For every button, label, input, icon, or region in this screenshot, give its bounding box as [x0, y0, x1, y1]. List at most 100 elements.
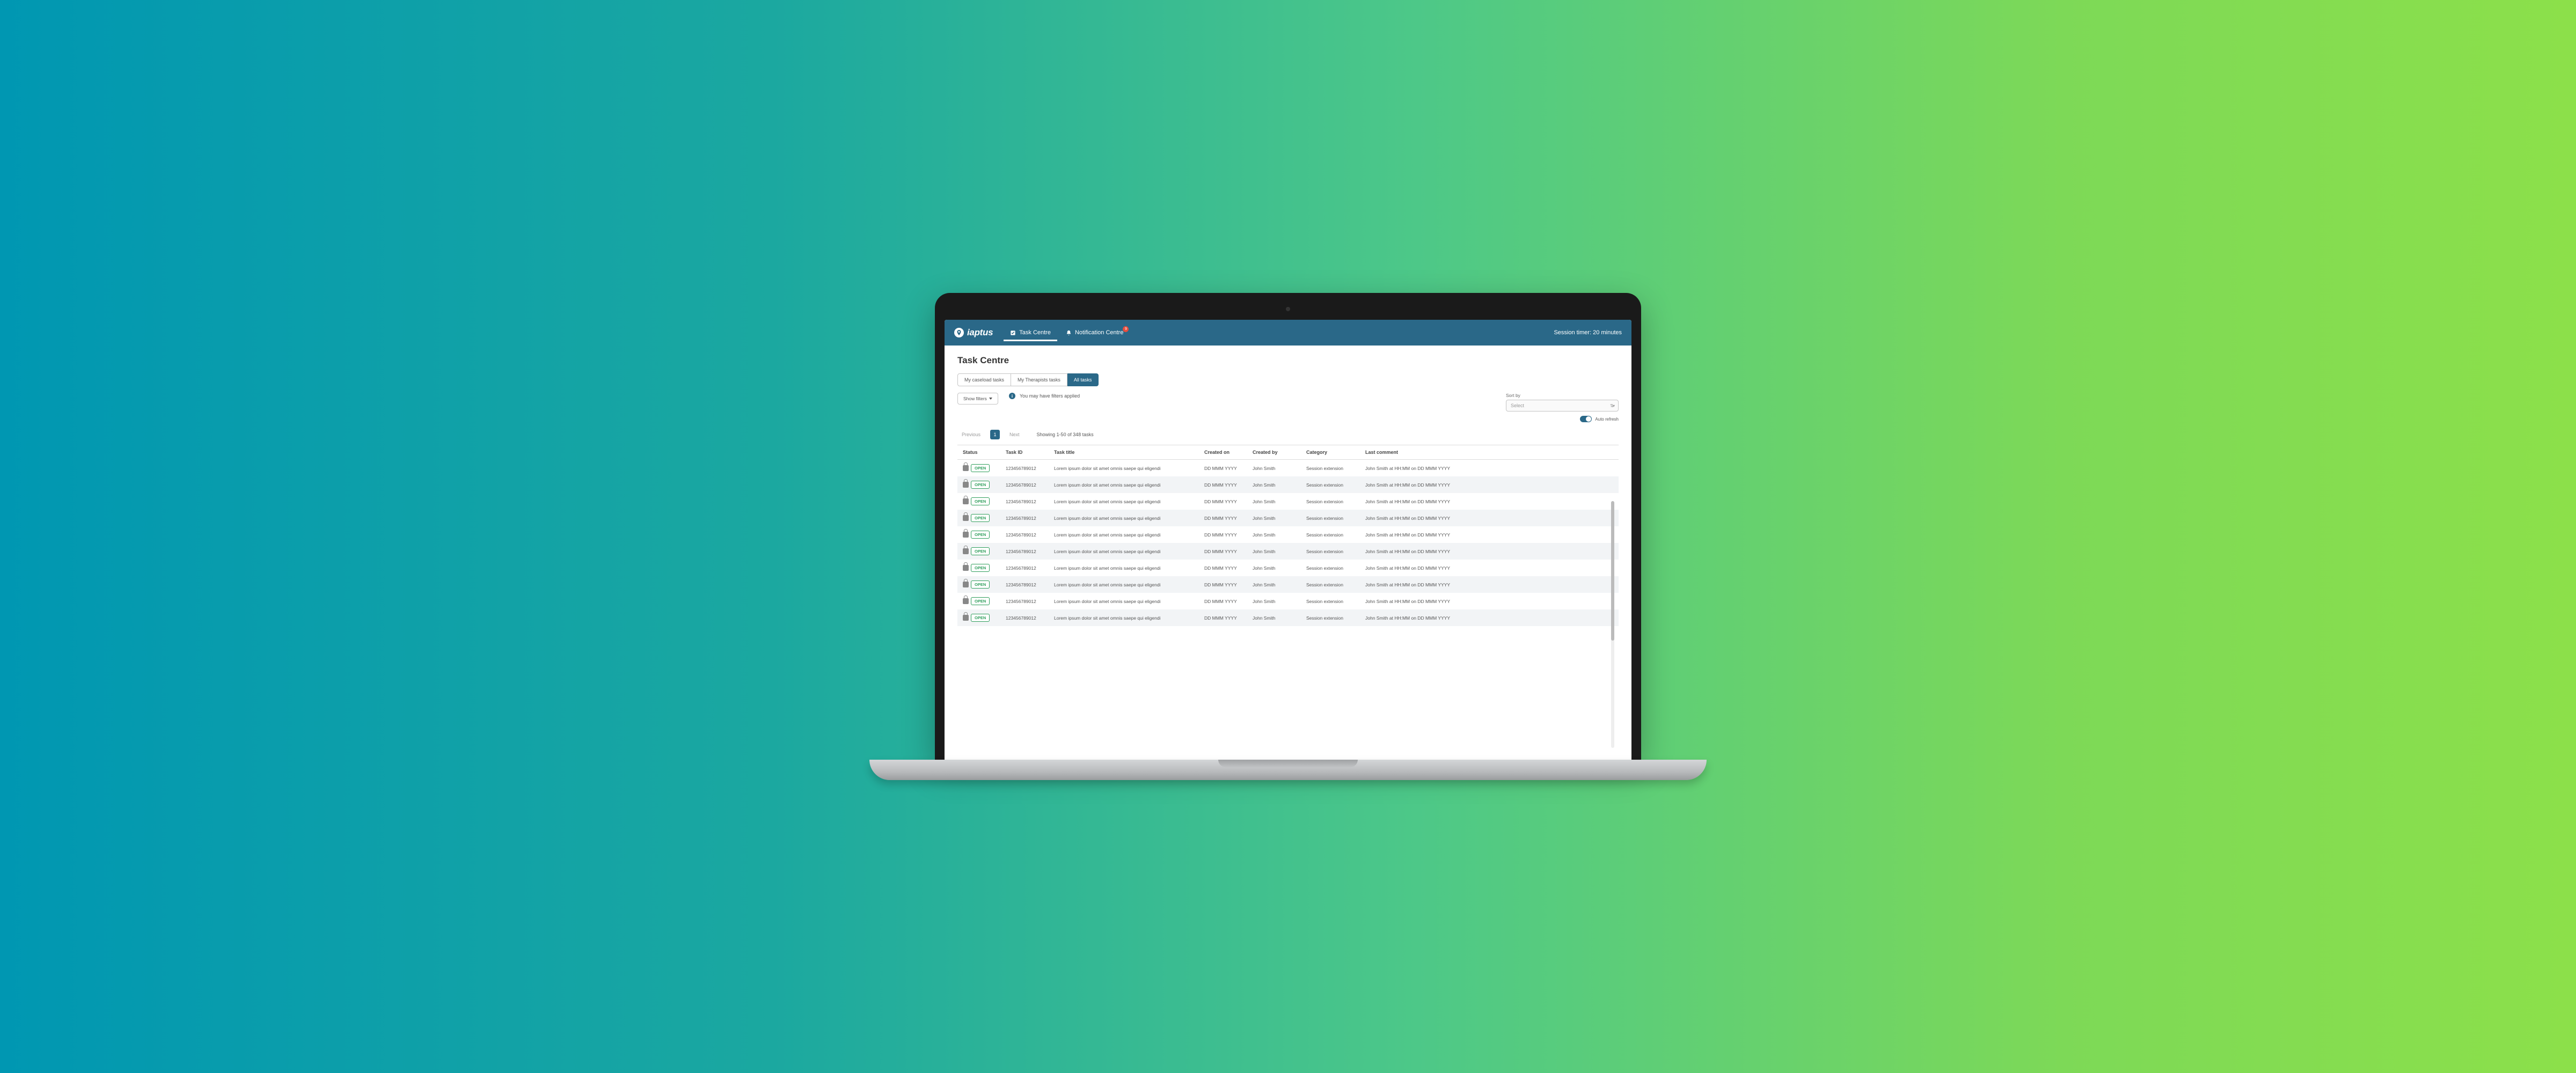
- cell-task-title: Lorem ipsum dolor sit amet omnis saepe q…: [1049, 510, 1199, 526]
- cell-task-title: Lorem ipsum dolor sit amet omnis saepe q…: [1049, 576, 1199, 593]
- pagination: Previous 1 Next Showing 1-50 of 348 task…: [957, 430, 1619, 439]
- col-category[interactable]: Category: [1301, 445, 1360, 460]
- col-task-title[interactable]: Task title: [1049, 445, 1199, 460]
- status-badge: OPEN: [971, 547, 990, 555]
- cell-created-on: DD MMM YYYY: [1199, 593, 1247, 609]
- col-created-on[interactable]: Created on: [1199, 445, 1247, 460]
- cell-task-id: 123456789012: [1000, 476, 1049, 493]
- cell-last-comment: John Smith at HH:MM on DD MMM YYYY: [1360, 510, 1619, 526]
- sort-label: Sort by: [1506, 393, 1619, 398]
- status-badge: OPEN: [971, 564, 990, 572]
- status-badge: OPEN: [971, 481, 990, 489]
- cell-task-title: Lorem ipsum dolor sit amet omnis saepe q…: [1049, 593, 1199, 609]
- cell-category: Session extension: [1301, 609, 1360, 626]
- cell-task-id: 123456789012: [1000, 576, 1049, 593]
- laptop-mockup: iaptus Task Centre Notification Centre: [869, 293, 1707, 780]
- status-badge: OPEN: [971, 464, 990, 472]
- lock-icon: [963, 482, 969, 488]
- show-filters-button[interactable]: Show filters: [957, 393, 998, 405]
- cell-category: Session extension: [1301, 526, 1360, 543]
- table-row[interactable]: OPEN 123456789012Lorem ipsum dolor sit am…: [957, 460, 1619, 476]
- nav-links: Task Centre Notification Centre 9: [1004, 320, 1130, 346]
- chevron-down-icon: [989, 398, 992, 400]
- cell-created-by: John Smith: [1247, 609, 1301, 626]
- cell-task-title: Lorem ipsum dolor sit amet omnis saepe q…: [1049, 609, 1199, 626]
- laptop-base: [869, 760, 1707, 780]
- table-row[interactable]: OPEN123456789012Lorem ipsum dolor sit am…: [957, 510, 1619, 526]
- session-timer: Session timer: 20 minutes: [1554, 329, 1622, 336]
- auto-refresh-row: Auto refresh: [1506, 416, 1619, 422]
- table-row[interactable]: OPEN 123456789012Lorem ipsum dolor sit am…: [957, 476, 1619, 493]
- lock-icon: [963, 465, 969, 471]
- table-row[interactable]: OPEN123456789012Lorem ipsum dolor sit am…: [957, 543, 1619, 560]
- nav-label: Notification Centre: [1075, 329, 1124, 336]
- lock-icon: [963, 498, 969, 504]
- cell-created-by: John Smith: [1247, 493, 1301, 510]
- cell-created-on: DD MMM YYYY: [1199, 460, 1247, 476]
- sort-select[interactable]: Select ⇅ ▾: [1506, 400, 1619, 411]
- pagination-showing: Showing 1-50 of 348 tasks: [1037, 432, 1094, 437]
- cell-created-on: DD MMM YYYY: [1199, 476, 1247, 493]
- cell-created-on: DD MMM YYYY: [1199, 576, 1247, 593]
- cell-category: Session extension: [1301, 476, 1360, 493]
- lock-icon: [963, 615, 969, 621]
- cell-task-title: Lorem ipsum dolor sit amet omnis saepe q…: [1049, 460, 1199, 476]
- cell-created-by: John Smith: [1247, 526, 1301, 543]
- cell-last-comment: John Smith at HH:MM on DD MMM YYYY: [1360, 593, 1619, 609]
- col-status[interactable]: Status: [957, 445, 1000, 460]
- filter-info: i You may have filters applied: [1009, 393, 1080, 399]
- cell-task-title: Lorem ipsum dolor sit amet omnis saepe q…: [1049, 476, 1199, 493]
- laptop-frame: iaptus Task Centre Notification Centre: [935, 293, 1641, 760]
- pagination-next[interactable]: Next: [1005, 430, 1024, 439]
- nav-task-centre[interactable]: Task Centre: [1004, 324, 1057, 341]
- nav-notification-centre[interactable]: Notification Centre 9: [1059, 324, 1130, 341]
- tab-my-caseload[interactable]: My caseload tasks: [957, 373, 1011, 386]
- lock-icon: [963, 598, 969, 604]
- filter-info-text: You may have filters applied: [1020, 393, 1080, 399]
- table-row[interactable]: OPEN123456789012Lorem ipsum dolor sit am…: [957, 593, 1619, 609]
- pagination-previous[interactable]: Previous: [957, 430, 985, 439]
- table-row[interactable]: OPEN123456789012Lorem ipsum dolor sit am…: [957, 493, 1619, 510]
- info-icon: i: [1009, 393, 1015, 399]
- tab-my-therapists[interactable]: My Therapists tasks: [1011, 373, 1067, 386]
- logo[interactable]: iaptus: [954, 327, 993, 338]
- col-last-comment[interactable]: Last comment: [1360, 445, 1619, 460]
- table-row[interactable]: OPEN123456789012Lorem ipsum dolor sit am…: [957, 576, 1619, 593]
- lock-icon: [963, 565, 969, 571]
- cell-task-id: 123456789012: [1000, 460, 1049, 476]
- notification-badge: 9: [1123, 326, 1129, 332]
- scrollbar-thumb[interactable]: [1611, 501, 1614, 641]
- sort-block: Sort by Select ⇅ ▾ Auto refresh: [1506, 393, 1619, 422]
- col-created-by[interactable]: Created by: [1247, 445, 1301, 460]
- col-task-id[interactable]: Task ID: [1000, 445, 1049, 460]
- cell-last-comment: John Smith at HH:MM on DD MMM YYYY: [1360, 560, 1619, 576]
- cell-created-on: DD MMM YYYY: [1199, 609, 1247, 626]
- table-row[interactable]: OPEN123456789012Lorem ipsum dolor sit am…: [957, 609, 1619, 626]
- app-screen: iaptus Task Centre Notification Centre: [945, 320, 1631, 760]
- app-header: iaptus Task Centre Notification Centre: [945, 320, 1631, 346]
- cell-created-by: John Smith: [1247, 560, 1301, 576]
- auto-refresh-toggle[interactable]: [1580, 416, 1592, 422]
- cell-category: Session extension: [1301, 510, 1360, 526]
- table-row[interactable]: OPEN123456789012Lorem ipsum dolor sit am…: [957, 526, 1619, 543]
- cell-category: Session extension: [1301, 493, 1360, 510]
- cell-created-by: John Smith: [1247, 593, 1301, 609]
- cell-created-by: John Smith: [1247, 576, 1301, 593]
- pagination-page-1[interactable]: 1: [990, 430, 1000, 439]
- cell-task-id: 123456789012: [1000, 510, 1049, 526]
- scrollbar[interactable]: [1611, 501, 1614, 748]
- tab-all-tasks[interactable]: All tasks: [1067, 373, 1099, 386]
- auto-refresh-label: Auto refresh: [1595, 417, 1619, 422]
- cell-created-on: DD MMM YYYY: [1199, 510, 1247, 526]
- lock-icon: [963, 532, 969, 538]
- bell-icon: [1066, 330, 1072, 336]
- cell-task-title: Lorem ipsum dolor sit amet omnis saepe q…: [1049, 526, 1199, 543]
- status-badge: OPEN: [971, 597, 990, 605]
- cell-task-title: Lorem ipsum dolor sit amet omnis saepe q…: [1049, 493, 1199, 510]
- table-row[interactable]: OPEN123456789012Lorem ipsum dolor sit am…: [957, 560, 1619, 576]
- sort-placeholder: Select: [1511, 403, 1524, 408]
- page-content: Task Centre My caseload tasks My Therapi…: [945, 346, 1631, 760]
- trackpad-notch: [1218, 760, 1358, 767]
- cell-category: Session extension: [1301, 560, 1360, 576]
- cell-task-id: 123456789012: [1000, 543, 1049, 560]
